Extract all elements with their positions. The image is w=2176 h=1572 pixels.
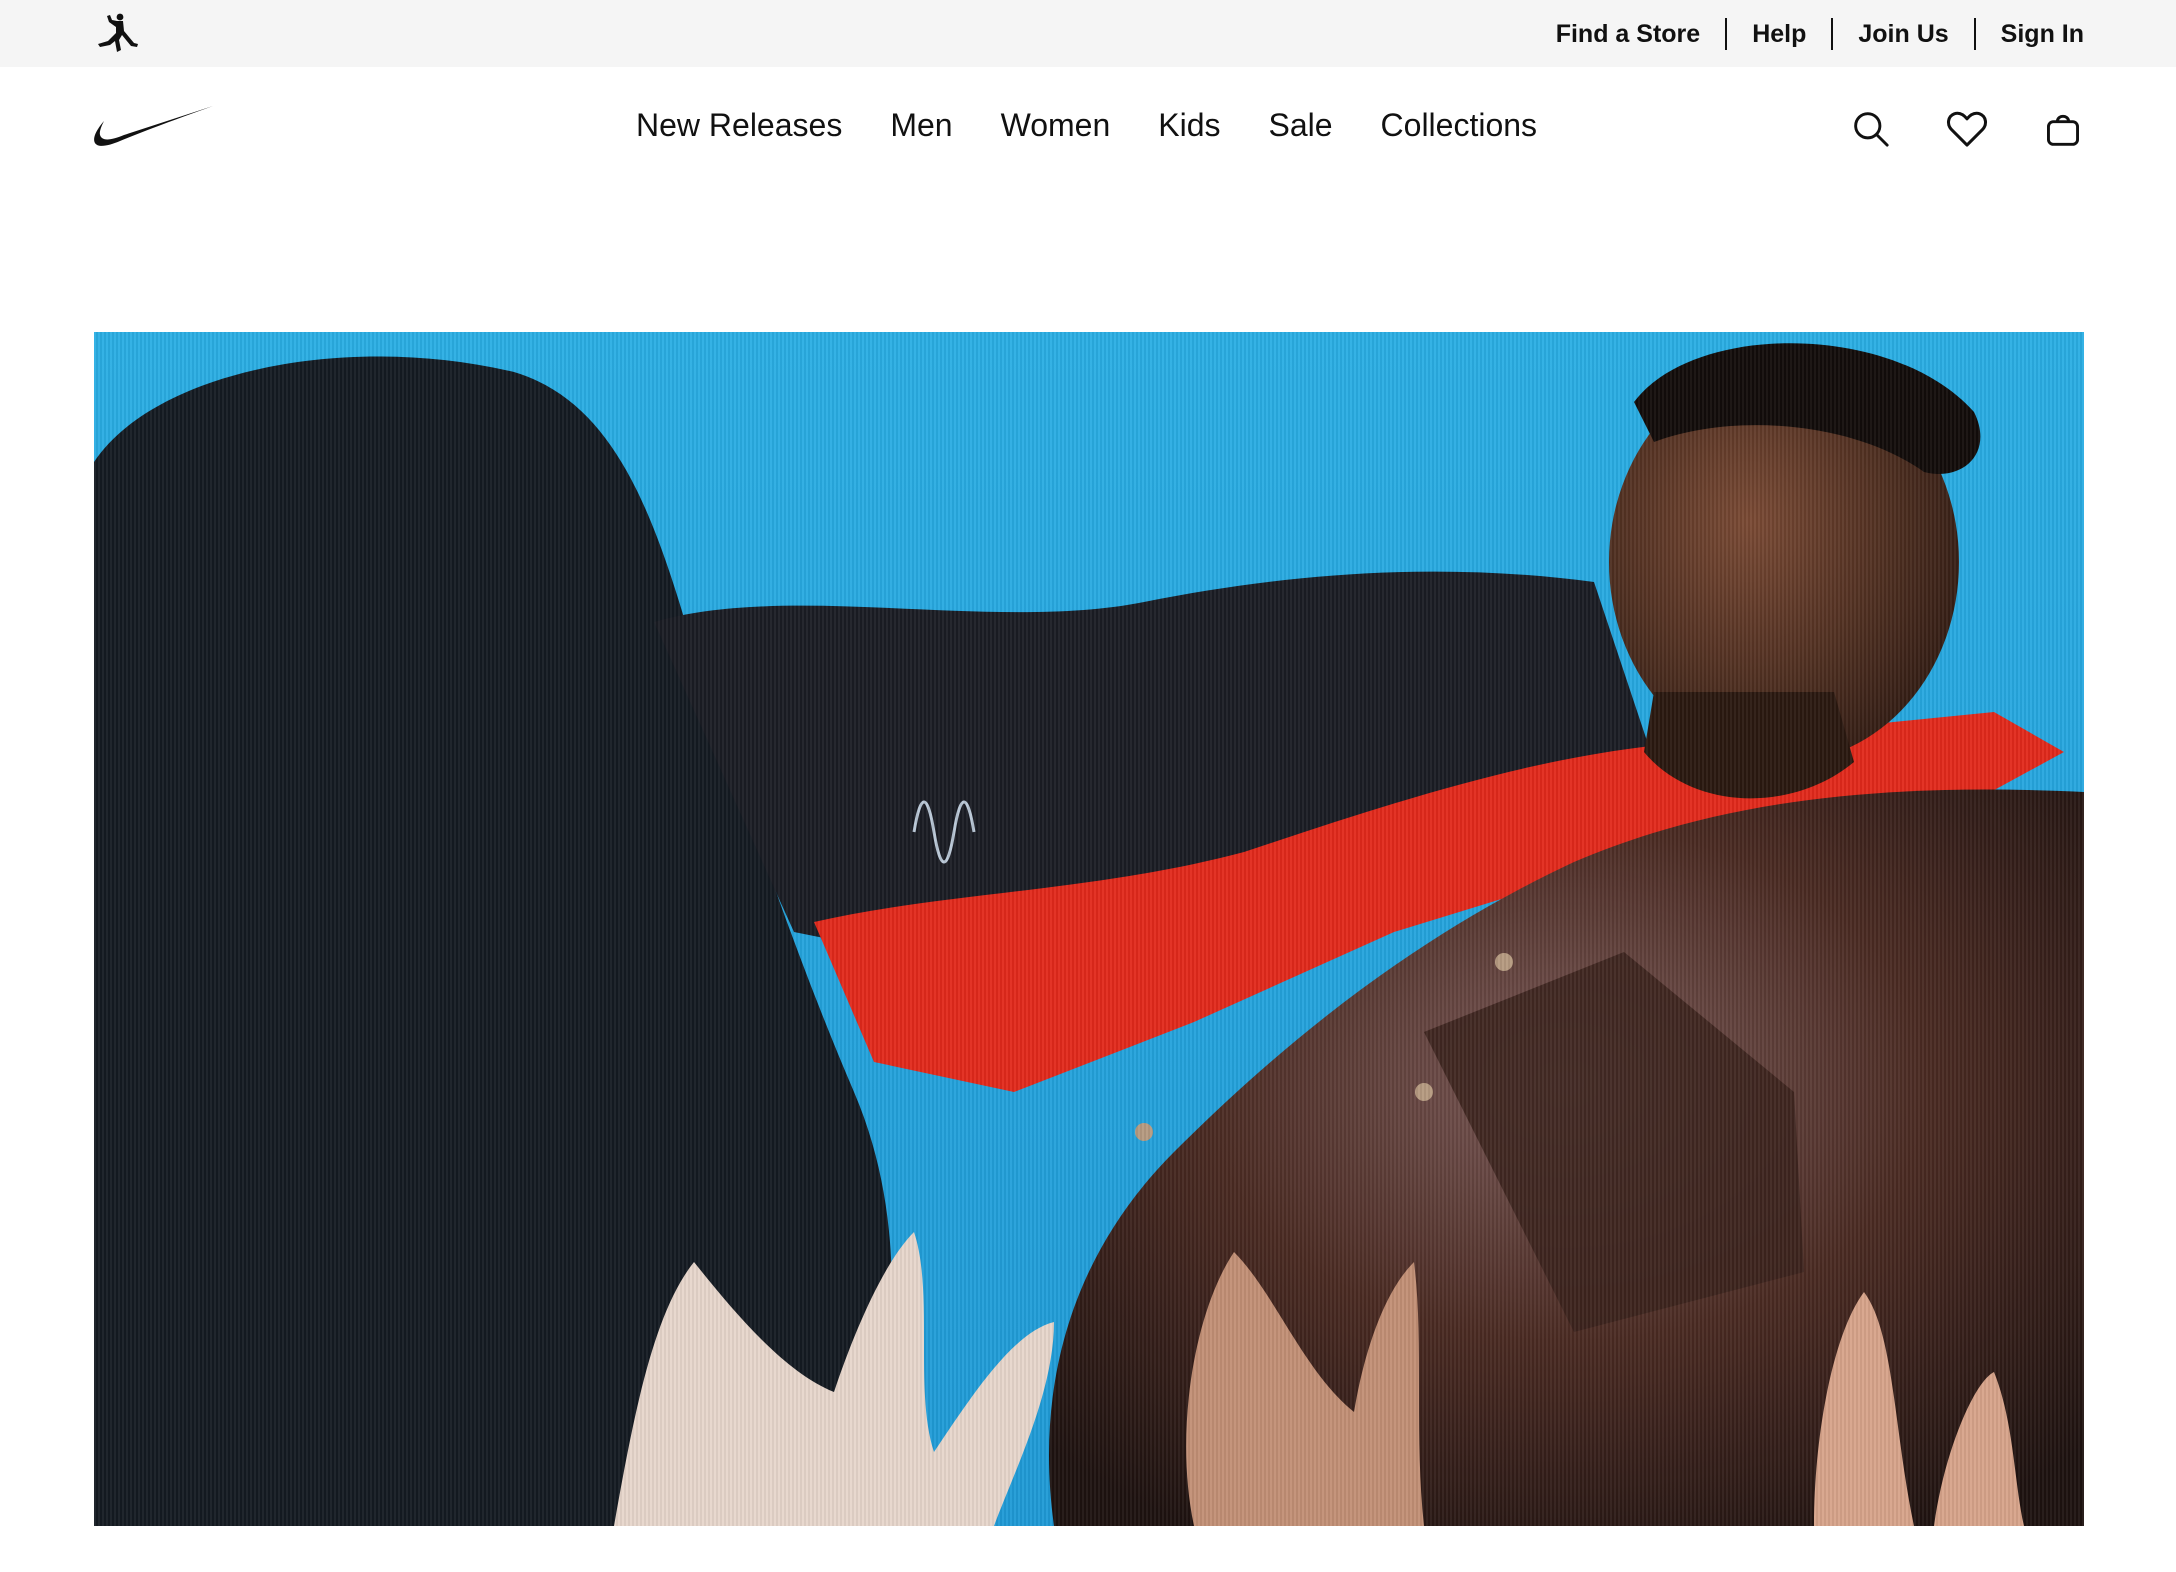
main-header: New Releases Men Women Kids Sale Collect… [0,67,2176,187]
main-nav: New Releases Men Women Kids Sale Collect… [636,101,1537,149]
sign-in-link[interactable]: Sign In [1976,18,2084,50]
nav-sale[interactable]: Sale [1268,101,1332,149]
nav-new-releases[interactable]: New Releases [636,101,842,149]
search-button[interactable] [1845,103,1897,155]
utility-bar: Find a Store Help Join Us Sign In [0,0,2176,67]
join-us-link[interactable]: Join Us [1833,18,1973,50]
bag-icon [2047,114,2079,146]
search-icon [1854,112,1889,147]
heart-icon [1947,111,1987,147]
nav-men[interactable]: Men [890,101,952,149]
bag-button[interactable] [2037,103,2089,155]
nike-swoosh-icon[interactable] [92,105,214,149]
nav-women[interactable]: Women [1001,101,1111,149]
header-icons [1845,103,2089,155]
nav-kids[interactable]: Kids [1158,101,1220,149]
favorites-button[interactable] [1941,103,1993,155]
nav-collections[interactable]: Collections [1381,101,1538,149]
utility-links: Find a Store Help Join Us Sign In [1531,0,2084,67]
hero-illustration [94,332,2084,1526]
find-store-link[interactable]: Find a Store [1531,18,1725,50]
jordan-jumpman-icon[interactable] [96,13,140,53]
help-link[interactable]: Help [1727,18,1831,50]
hero-image[interactable] [94,332,2084,1526]
